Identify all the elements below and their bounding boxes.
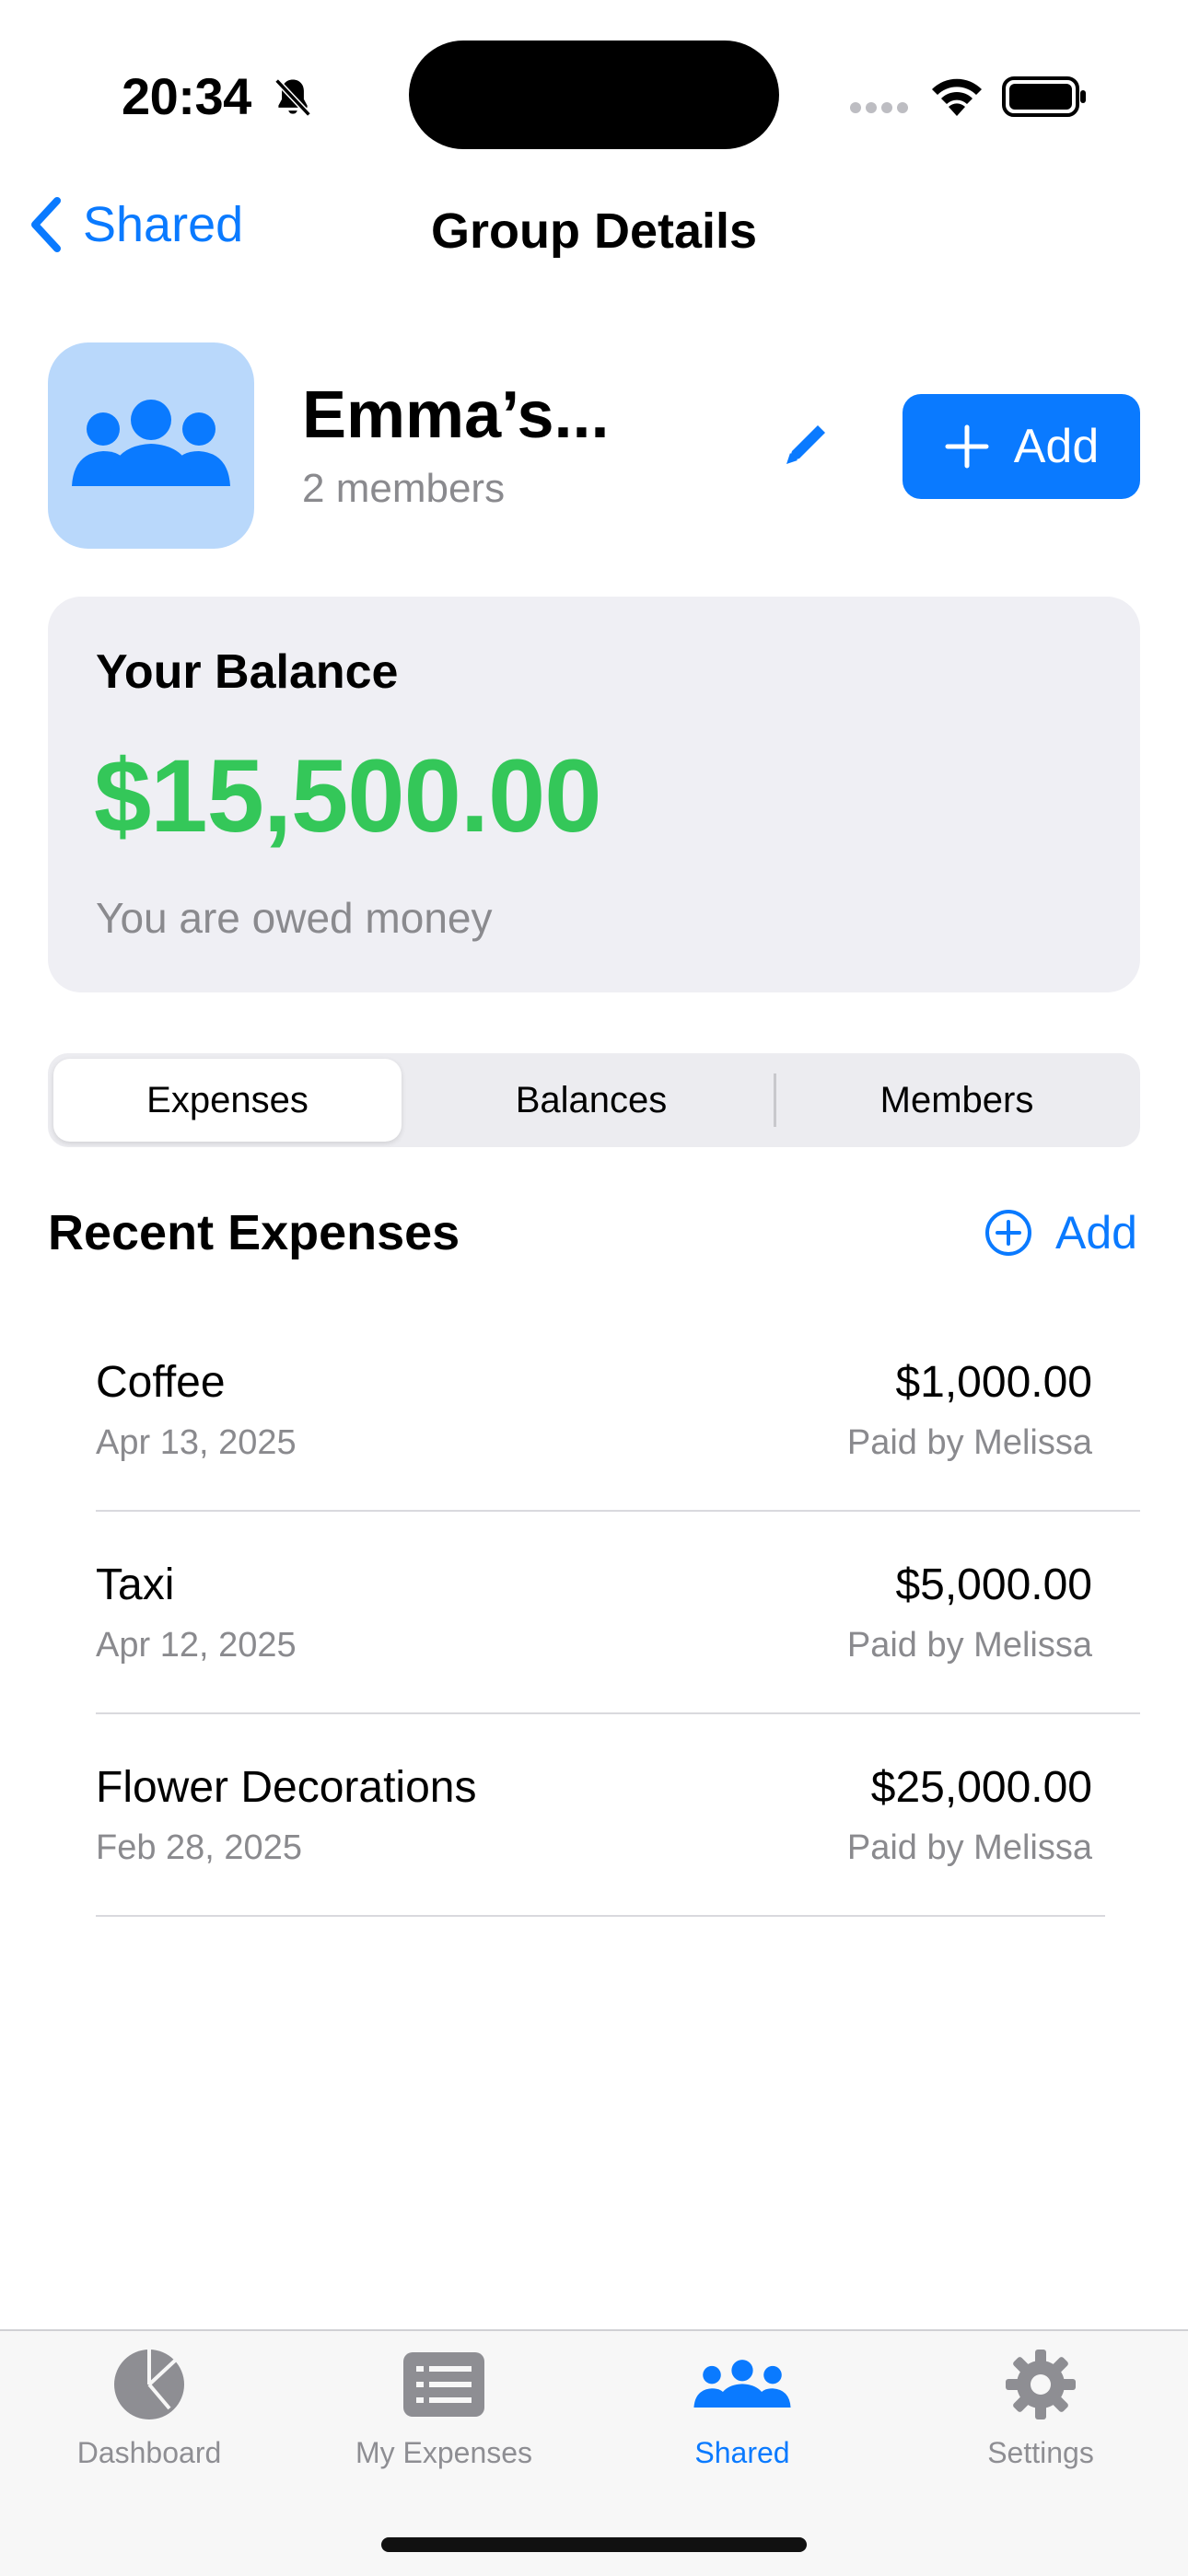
row-divider [96, 1510, 1140, 1512]
group-name: Emma’s... [302, 378, 610, 452]
row-divider [96, 1712, 1140, 1714]
expense-date: Apr 13, 2025 [96, 1423, 297, 1462]
balance-label: Your Balance [96, 645, 399, 699]
page-title: Group Details [430, 203, 758, 259]
expense-date: Apr 12, 2025 [96, 1626, 297, 1665]
silent-bell-icon [274, 78, 311, 117]
cellular-signal-icon [850, 102, 908, 113]
home-indicator [381, 2537, 807, 2552]
add-expense-button[interactable]: Add [984, 1206, 1137, 1259]
segment-expenses[interactable]: Expenses [53, 1059, 402, 1142]
balance-note: You are owed money [96, 894, 493, 942]
wifi-icon [932, 78, 982, 116]
tab-label: Settings [987, 2436, 1094, 2469]
balance-amount: $15,500.00 [94, 738, 602, 853]
expense-amount: $25,000.00 [870, 1763, 1092, 1812]
gear-icon [1006, 2350, 1076, 2419]
section-title: Recent Expenses [48, 1205, 460, 1260]
group-avatar [48, 342, 254, 549]
expense-amount: $5,000.00 [895, 1561, 1092, 1609]
group-member-count: 2 members [302, 466, 506, 511]
row-divider [96, 1915, 1105, 1917]
expense-name[interactable]: Flower Decorations [96, 1762, 476, 1813]
people-icon [72, 400, 230, 486]
expense-date: Feb 28, 2025 [96, 1828, 302, 1867]
expense-payer: Paid by Melissa [846, 1828, 1092, 1867]
expense-amount: $1,000.00 [895, 1358, 1092, 1407]
tab-dashboard[interactable]: Dashboard [11, 2346, 287, 2470]
segment-divider [774, 1073, 776, 1127]
add-button-label: Add [1013, 420, 1100, 473]
people-icon [693, 2360, 791, 2408]
pie-chart-icon [114, 2350, 184, 2419]
tab-my-expenses[interactable]: My Expenses [306, 2346, 582, 2470]
add-expense-label: Add [1055, 1207, 1137, 1259]
segment-balances[interactable]: Balances [411, 1059, 772, 1142]
segment-members[interactable]: Members [777, 1059, 1136, 1142]
pencil-icon[interactable] [779, 416, 834, 471]
expense-name[interactable]: Taxi [96, 1560, 174, 1610]
tab-label: My Expenses [355, 2436, 533, 2469]
add-member-button[interactable]: Add [903, 394, 1140, 499]
list-icon [403, 2352, 484, 2417]
tab-shared[interactable]: Shared [604, 2346, 880, 2470]
tab-settings[interactable]: Settings [903, 2346, 1179, 2470]
battery-icon [1002, 76, 1086, 117]
plus-circle-icon [985, 1210, 1031, 1256]
expense-payer: Paid by Melissa [846, 1423, 1092, 1462]
tab-label: Dashboard [76, 2436, 222, 2469]
dynamic-island [409, 41, 779, 149]
expense-name[interactable]: Coffee [96, 1357, 226, 1408]
tab-label: Shared [694, 2436, 790, 2469]
status-time: 20:34 [122, 67, 251, 125]
plus-icon [945, 424, 989, 469]
expense-payer: Paid by Melissa [846, 1626, 1092, 1665]
